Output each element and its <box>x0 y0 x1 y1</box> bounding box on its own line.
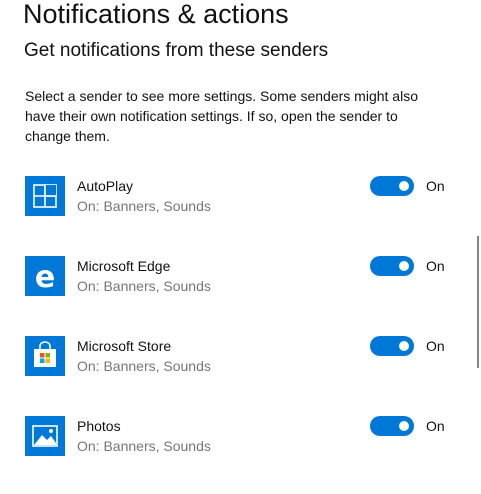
scrollbar[interactable] <box>477 236 479 368</box>
toggle-knob <box>399 261 409 271</box>
microsoft-store-toggle[interactable] <box>370 336 414 356</box>
svg-text:e: e <box>35 260 55 295</box>
microsoft-edge-toggle[interactable] <box>370 256 414 276</box>
page-title: Notifications & actions <box>23 0 289 29</box>
toggle-label: On <box>426 178 445 194</box>
toggle-knob <box>399 181 409 191</box>
toggle-knob <box>399 421 409 431</box>
edge-icon: e <box>25 256 65 296</box>
toggle-label: On <box>426 418 445 434</box>
autoplay-toggle[interactable] <box>370 176 414 196</box>
sender-item-microsoft-edge[interactable]: e Microsoft Edge On: Banners, Sounds On <box>0 256 470 316</box>
section-description: Select a sender to see more settings. So… <box>25 88 418 144</box>
sender-name: Microsoft Edge <box>77 258 171 274</box>
sender-status: On: Banners, Sounds <box>77 278 211 294</box>
toggle-label: On <box>426 258 445 274</box>
sender-item-autoplay[interactable]: AutoPlay On: Banners, Sounds On <box>0 176 470 236</box>
photos-toggle[interactable] <box>370 416 414 436</box>
sender-name: AutoPlay <box>77 178 134 194</box>
sender-status: On: Banners, Sounds <box>77 198 211 214</box>
sender-item-photos[interactable]: Photos On: Banners, Sounds On <box>0 416 470 476</box>
settings-page: Notifications & actions Get notification… <box>0 0 481 494</box>
sender-status: On: Banners, Sounds <box>77 438 211 454</box>
photos-icon <box>25 416 65 456</box>
sender-name: Photos <box>77 418 121 434</box>
section-heading: Get notifications from these senders <box>24 40 329 61</box>
sender-name: Microsoft Store <box>77 338 172 354</box>
autoplay-icon <box>25 176 65 216</box>
toggle-label: On <box>426 338 445 354</box>
sender-item-microsoft-store[interactable]: Microsoft Store On: Banners, Sounds On <box>0 336 470 396</box>
toggle-knob <box>399 341 409 351</box>
sender-status: On: Banners, Sounds <box>77 358 211 374</box>
store-icon <box>25 336 65 376</box>
